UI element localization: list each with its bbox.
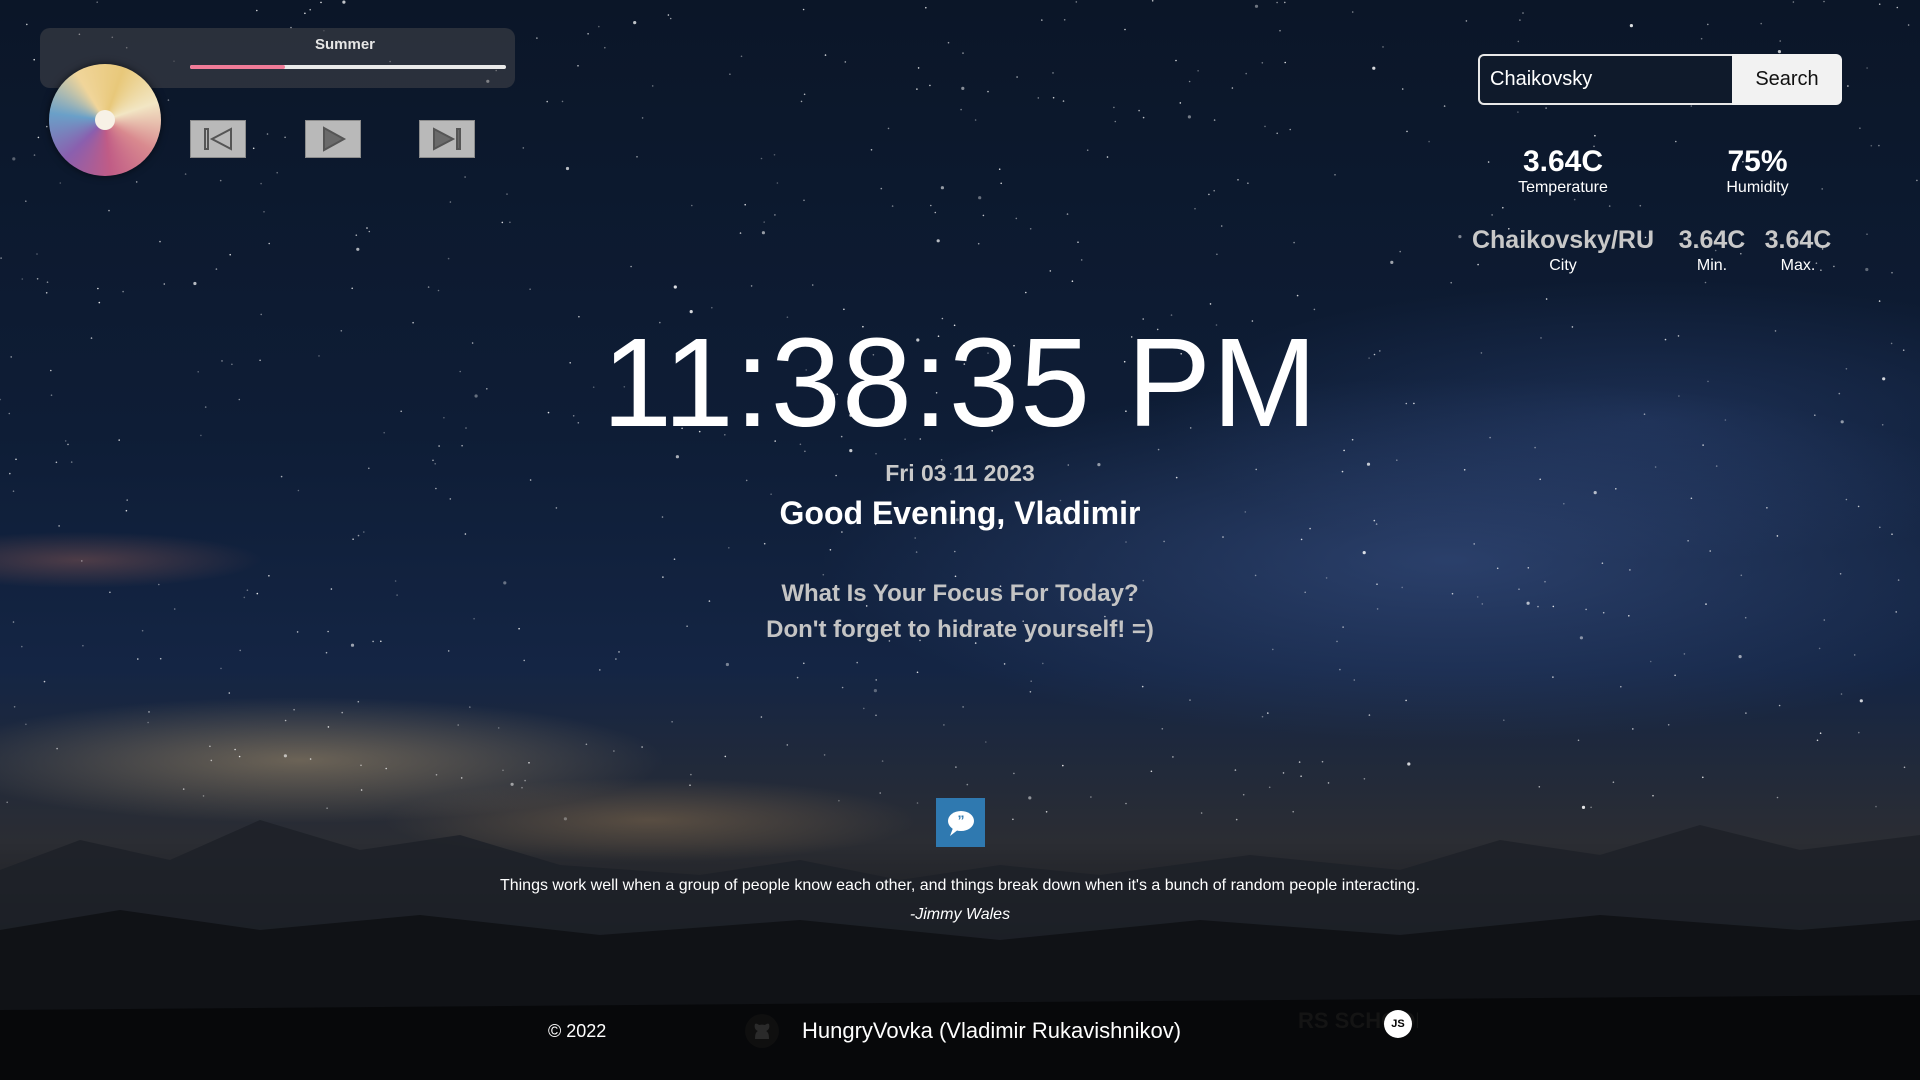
city-value: Chaikovsky/RU	[1471, 226, 1655, 254]
city-stat: Chaikovsky/RU City	[1468, 224, 1658, 276]
focus-answer[interactable]: Don't forget to hidrate yourself! =)	[0, 616, 1920, 644]
svg-text:”: ”	[957, 812, 964, 828]
min-temperature-label: Min.	[1696, 257, 1728, 274]
temperature-value: 3.64C	[1522, 145, 1604, 178]
search-button[interactable]: Search	[1732, 54, 1842, 105]
greeting-text: Good Evening, Vladimir	[779, 495, 1141, 531]
track-progress-bar[interactable]	[190, 65, 506, 69]
humidity-label: Humidity	[1726, 179, 1789, 196]
min-temperature-stat: 3.64C Min.	[1676, 224, 1748, 276]
quote-text: Things work well when a group of people …	[499, 877, 1421, 894]
track-progress-fill	[190, 65, 285, 69]
quote-bubble-icon: ”	[947, 810, 974, 836]
album-cover	[49, 64, 161, 176]
temperature-label: Temperature	[1518, 179, 1608, 196]
change-quote-button[interactable]: ”	[936, 798, 985, 847]
skip-previous-icon	[204, 127, 232, 151]
temperature-stat: 3.64C Temperature	[1503, 146, 1623, 198]
github-icon[interactable]	[743, 1012, 781, 1050]
quote-author: -Jimmy Wales	[909, 906, 1011, 923]
play-icon	[323, 126, 347, 152]
play-button[interactable]	[305, 120, 361, 158]
js-badge: JS	[1384, 1010, 1412, 1038]
city-search-input[interactable]	[1478, 54, 1732, 105]
track-title: Summer	[314, 36, 376, 53]
next-track-button[interactable]	[419, 120, 475, 158]
max-temperature-stat: 3.64C Max.	[1762, 224, 1834, 276]
max-temperature-value: 3.64C	[1764, 226, 1832, 254]
humidity-stat: 75% Humidity	[1700, 146, 1815, 198]
author-link[interactable]: HungryVovka (Vladimir Rukavishnikov)	[802, 1018, 1181, 1044]
clock-date: Fri 03 11 2023	[885, 460, 1035, 486]
min-temperature-value: 3.64C	[1678, 226, 1746, 254]
max-temperature-label: Max.	[1780, 257, 1816, 274]
city-label: City	[1549, 257, 1577, 274]
focus-question: What Is Your Focus For Today?	[781, 580, 1139, 607]
copyright-text: © 2022	[548, 1021, 607, 1041]
city-search: Search	[1478, 54, 1842, 105]
previous-track-button[interactable]	[190, 120, 246, 158]
clock-time: 11:38:35 PM	[601, 312, 1319, 453]
skip-next-icon	[433, 127, 461, 151]
humidity-value: 75%	[1727, 145, 1788, 178]
